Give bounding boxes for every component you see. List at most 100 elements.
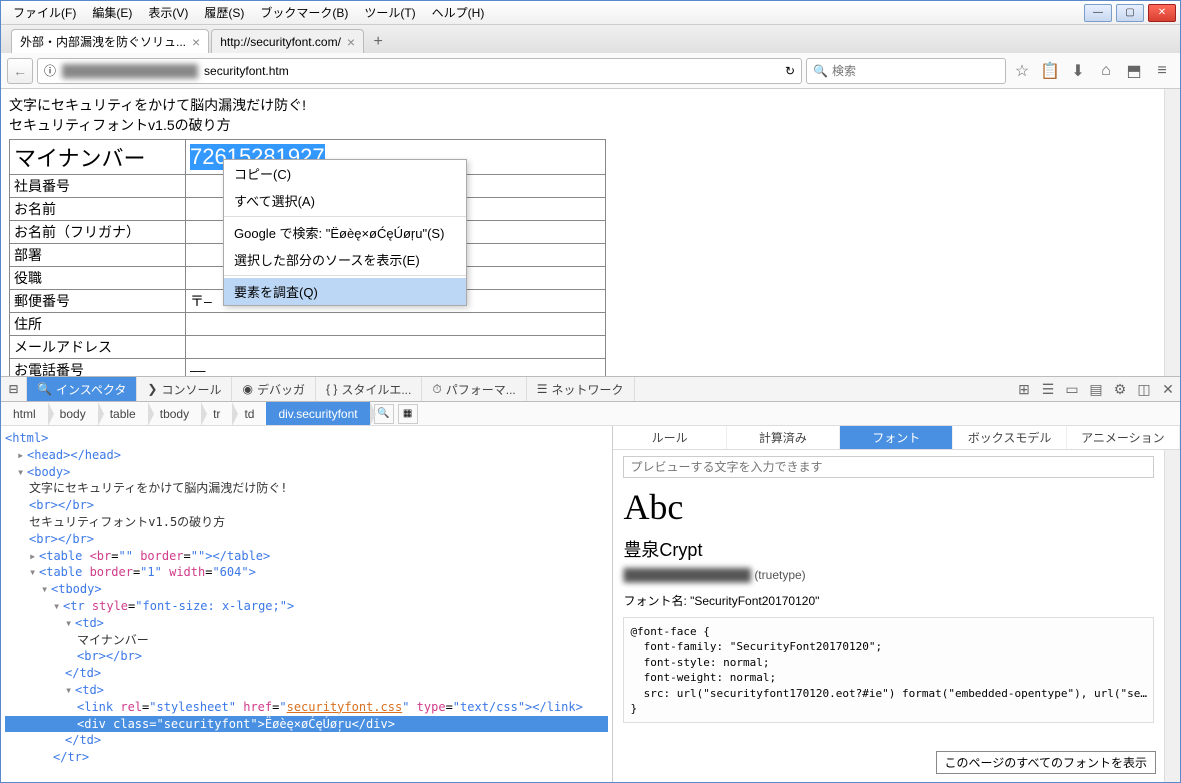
ctx-sep xyxy=(224,275,466,276)
cell-label: 住所 xyxy=(10,313,186,336)
crumb-tbody[interactable]: tbody xyxy=(148,402,201,425)
tab-close-icon[interactable]: × xyxy=(347,34,355,50)
menu-edit[interactable]: 編集(E) xyxy=(86,2,138,23)
tab-title: 外部・内部漏洩を防ぐソリュ... xyxy=(20,33,186,50)
devtab-inspector[interactable]: 🔍インスペクタ xyxy=(27,377,137,401)
url-host-redacted: ████████████████ xyxy=(62,64,198,78)
page-text-1: 文字にセキュリティをかけて脳内漏洩だけ防ぐ! xyxy=(9,95,1156,115)
cell-label: メールアドレス xyxy=(10,336,186,359)
sidetab-animation[interactable]: アニメーション xyxy=(1067,426,1180,449)
url-path: securityfont.htm xyxy=(204,64,289,78)
page-scrollbar[interactable] xyxy=(1164,89,1180,376)
sidetab-computed[interactable]: 計算済み xyxy=(727,426,840,449)
cell-label: 郵便番号 xyxy=(10,290,186,313)
devicon-0[interactable]: ⊞ xyxy=(1012,377,1036,401)
crumb-toggle-icon[interactable]: ▦ xyxy=(398,404,418,424)
ctx-google-search[interactable]: Google で検索: "Ëøèę×øĆęÚøŗu"(S) xyxy=(224,219,466,246)
browser-tab-1[interactable]: http://securityfont.com/ × xyxy=(211,29,364,53)
content-area: 文字にセキュリティをかけて脳内漏洩だけ防ぐ! セキュリティフォントv1.5の破り… xyxy=(1,89,1180,376)
ctx-inspect-element[interactable]: 要素を調査(Q) xyxy=(224,278,466,305)
side-panel: ルール 計算済み フォント ボックスモデル アニメーション Abc 豊泉Cryp… xyxy=(613,426,1180,782)
tab-title: http://securityfont.com/ xyxy=(220,35,341,49)
devtab-style[interactable]: { }スタイルエ... xyxy=(316,377,422,401)
crumb-div[interactable]: div.securityfont xyxy=(266,402,369,425)
devtools-close-icon[interactable]: ✕ xyxy=(1156,377,1180,401)
ctx-copy[interactable]: コピー(C) xyxy=(224,160,466,187)
toolbar: ← ⓘ ████████████████ securityfont.htm ↻ … xyxy=(1,53,1180,89)
devtab-performance[interactable]: ⏱パフォーマ... xyxy=(422,377,526,401)
ctx-select-all[interactable]: すべて選択(A) xyxy=(224,187,466,214)
crumb-table[interactable]: table xyxy=(98,402,148,425)
sidetab-fonts[interactable]: フォント xyxy=(840,426,953,449)
menu-view[interactable]: 表示(V) xyxy=(142,2,194,23)
crumb-td[interactable]: td xyxy=(232,402,266,425)
page-body: 文字にセキュリティをかけて脳内漏洩だけ防ぐ! セキュリティフォントv1.5の破り… xyxy=(1,89,1164,376)
font-family-name: 豊泉Crypt xyxy=(623,536,1154,562)
window-close[interactable]: ✕ xyxy=(1148,4,1176,22)
cell-label: マイナンバー xyxy=(10,140,186,175)
cell-label: お電話番号 xyxy=(10,359,186,377)
tab-strip: 外部・内部漏洩を防ぐソリュ... × http://securityfont.c… xyxy=(1,25,1180,53)
devtab-debugger[interactable]: ◉デバッガ xyxy=(232,377,316,401)
back-button[interactable]: ← xyxy=(7,58,33,84)
crumb-search-icon[interactable]: 🔍 xyxy=(374,404,394,424)
crumb-tr[interactable]: tr xyxy=(201,402,232,425)
search-field[interactable]: 🔍 xyxy=(806,58,1006,84)
devicon-1[interactable]: ☰ xyxy=(1036,377,1060,401)
window-minimize[interactable]: — xyxy=(1084,4,1112,22)
ctx-view-source[interactable]: 選択した部分のソースを表示(E) xyxy=(224,246,466,273)
menu-bookmarks[interactable]: ブックマーク(B) xyxy=(254,2,354,23)
home-icon[interactable]: ⌂ xyxy=(1094,59,1118,83)
cell-label: 社員番号 xyxy=(10,175,186,198)
downloads-icon[interactable]: ⬇ xyxy=(1066,59,1090,83)
font-preview-pane: Abc 豊泉Crypt ███████████████ (truetype) フ… xyxy=(613,450,1164,782)
devtools-toggle-icon[interactable]: ⊟ xyxy=(1,377,27,401)
menu-file[interactable]: ファイル(F) xyxy=(7,2,82,23)
address-bar[interactable]: ⓘ ████████████████ securityfont.htm ↻ xyxy=(37,58,802,84)
sidetab-rules[interactable]: ルール xyxy=(613,426,726,449)
search-input[interactable] xyxy=(832,64,999,78)
devtab-network[interactable]: ☰ネットワーク xyxy=(527,377,635,401)
bookmark-star-icon[interactable]: ☆ xyxy=(1010,59,1034,83)
menu-tools[interactable]: ツール(T) xyxy=(358,2,421,23)
tab-add[interactable]: + xyxy=(366,31,390,53)
side-tabs: ルール 計算済み フォント ボックスモデル アニメーション xyxy=(613,426,1180,450)
search-icon: 🔍 xyxy=(813,64,828,78)
show-all-fonts-button[interactable]: このページのすべてのフォントを表示 xyxy=(936,751,1156,774)
dom-breadcrumbs: html body table tbody tr td div.security… xyxy=(1,402,1180,426)
font-preview-input[interactable] xyxy=(623,456,1154,478)
menu-history[interactable]: 履歴(S) xyxy=(198,2,250,23)
fontface-code: @font-face { font-family: "SecurityFont2… xyxy=(623,617,1154,723)
cell-label: お名前 xyxy=(10,198,186,221)
browser-window: ファイル(F) 編集(E) 表示(V) 履歴(S) ブックマーク(B) ツール(… xyxy=(0,0,1181,783)
titlebar: ファイル(F) 編集(E) 表示(V) 履歴(S) ブックマーク(B) ツール(… xyxy=(1,1,1180,25)
font-sample: Abc xyxy=(623,486,1154,528)
tab-close-icon[interactable]: × xyxy=(192,34,200,50)
library-icon[interactable]: 📋 xyxy=(1038,59,1062,83)
hamburger-icon[interactable]: ≡ xyxy=(1150,59,1174,83)
devicon-2[interactable]: ▭ xyxy=(1060,377,1084,401)
sidetab-boxmodel[interactable]: ボックスモデル xyxy=(953,426,1066,449)
dom-tree[interactable]: <html> ▸<head></head> ▾<body> 文字にセキュリティを… xyxy=(1,426,613,782)
crumb-body[interactable]: body xyxy=(48,402,98,425)
gear-icon[interactable]: ⚙ xyxy=(1108,377,1132,401)
devtools-tabs: ⊟ 🔍インスペクタ ❯コンソール ◉デバッガ { }スタイルエ... ⏱パフォー… xyxy=(1,376,1180,402)
menubar: ファイル(F) 編集(E) 表示(V) 履歴(S) ブックマーク(B) ツール(… xyxy=(1,2,1084,23)
pocket-icon[interactable]: ⬒ xyxy=(1122,59,1146,83)
info-icon[interactable]: ⓘ xyxy=(44,62,56,79)
side-scrollbar[interactable] xyxy=(1164,450,1180,782)
devtab-console[interactable]: ❯コンソール xyxy=(137,377,232,401)
browser-tab-0[interactable]: 外部・内部漏洩を防ぐソリュ... × xyxy=(11,29,209,53)
menu-help[interactable]: ヘルプ(H) xyxy=(426,2,491,23)
cell-label: お名前（フリガナ） xyxy=(10,221,186,244)
cell-label: 役職 xyxy=(10,267,186,290)
font-type: ███████████████ (truetype) xyxy=(623,568,1154,582)
selected-dom-node[interactable]: <div class="securityfont">Ëøèę×øĆęÚøŗu</… xyxy=(5,716,608,733)
dock-icon[interactable]: ◫ xyxy=(1132,377,1156,401)
reload-icon[interactable]: ↻ xyxy=(785,64,795,78)
window-maximize[interactable]: ▢ xyxy=(1116,4,1144,22)
cell-value xyxy=(186,313,606,336)
crumb-html[interactable]: html xyxy=(1,402,48,425)
devtools-panes: <html> ▸<head></head> ▾<body> 文字にセキュリティを… xyxy=(1,426,1180,782)
devicon-3[interactable]: ▤ xyxy=(1084,377,1108,401)
